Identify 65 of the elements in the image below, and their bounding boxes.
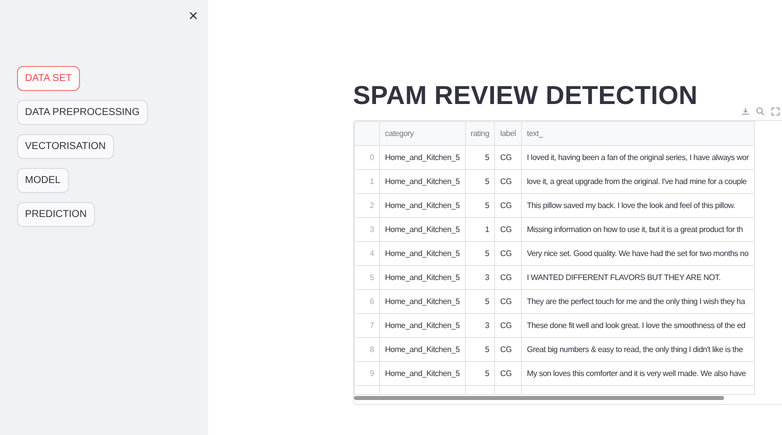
- sidebar-button[interactable]: VECTORISATION: [17, 134, 114, 159]
- table-cell: 5: [465, 194, 495, 218]
- table-cell: 5: [465, 170, 495, 194]
- table-cell: 1: [465, 218, 495, 242]
- table-cell: 3: [465, 266, 495, 290]
- table-cell: This pillow saved my back. I love the look and feel of this pillow.: [521, 194, 754, 218]
- table-cell: These done fit well and look great. I love the smoothness of the ed: [521, 314, 754, 338]
- row-index: 6: [354, 290, 380, 314]
- sidebar-button[interactable]: PREDICTION: [17, 202, 95, 227]
- table-cell: I WANTED DIFFERENT FLAVORS BUT THEY ARE NOT.: [521, 266, 754, 290]
- row-index: 2: [354, 194, 380, 218]
- sidebar-button[interactable]: DATA SET: [17, 66, 80, 91]
- sidebar-button[interactable]: DATA PREPROCESSING: [17, 100, 148, 125]
- table-cell: Home_and_Kitchen_5: [380, 218, 466, 242]
- table-cell: CG: [494, 242, 522, 266]
- scrollbar[interactable]: [354, 396, 724, 400]
- row-index: 4: [354, 242, 380, 266]
- sidebar-button[interactable]: MODEL: [17, 168, 69, 193]
- table-cell: CG: [494, 338, 522, 362]
- table-cell: CG: [494, 290, 522, 314]
- row-index: 7: [354, 314, 380, 338]
- table-cell: CG: [494, 362, 522, 386]
- table-cell: Home_and_Kitchen_5: [380, 170, 466, 194]
- table-cell: Home_and_Kitchen_5: [380, 338, 466, 362]
- row-index: 1: [354, 170, 380, 194]
- row-index: 5: [354, 266, 380, 290]
- table-cell: 5: [465, 146, 495, 170]
- table-cell: Home_and_Kitchen_5: [380, 194, 466, 218]
- fullscreen-icon[interactable]: [771, 107, 780, 116]
- row-index: 3: [354, 218, 380, 242]
- table-cell: Home_and_Kitchen_5: [380, 362, 466, 386]
- column-header[interactable]: category: [380, 122, 466, 146]
- row-index: 8: [354, 338, 380, 362]
- row-index: 0: [354, 146, 380, 170]
- table-cell: Home_and_Kitchen_5: [380, 242, 466, 266]
- table-cell: 3: [465, 314, 495, 338]
- table-cell: Home_and_Kitchen_5: [380, 290, 466, 314]
- download-icon[interactable]: [741, 107, 750, 116]
- column-header[interactable]: label: [494, 122, 522, 146]
- table-cell: 5: [465, 338, 495, 362]
- page-title: SPAM REVIEW DETECTION: [353, 80, 698, 111]
- table-cell: Very nice set. Good quality. We have had the set for two months no: [521, 242, 754, 266]
- table-cell: They are the perfect touch for me and the only thing I wish they ha: [521, 290, 754, 314]
- row-index: 9: [354, 362, 380, 386]
- column-header[interactable]: rating: [465, 122, 495, 146]
- table-cell: CG: [494, 194, 522, 218]
- table-cell: CG: [494, 266, 522, 290]
- table-cell: I loved it, having been a fan of the original series, I have always wor: [521, 146, 754, 170]
- table-cell: Home_and_Kitchen_5: [380, 146, 466, 170]
- table-cell: CG: [494, 314, 522, 338]
- search-icon[interactable]: [756, 107, 765, 116]
- table-cell: My son loves this comforter and it is very well made. We also have: [521, 362, 754, 386]
- table-cell: Missing information on how to use it, but it is a great product for th: [521, 218, 754, 242]
- table-cell: 5: [465, 290, 495, 314]
- table-cell: Home_and_Kitchen_5: [380, 314, 466, 338]
- table-cell: CG: [494, 218, 522, 242]
- table-cell: CG: [494, 170, 522, 194]
- table-cell: 5: [465, 242, 495, 266]
- table-cell: love it, a great upgrade from the original. I've had mine for a couple: [521, 170, 754, 194]
- table-cell: Great big numbers & easy to read, the only thing I didn't like is the: [521, 338, 754, 362]
- close-button[interactable]: ×: [188, 8, 198, 26]
- column-header[interactable]: text_: [521, 122, 754, 146]
- table-cell: CG: [494, 146, 522, 170]
- table-cell: 5: [465, 362, 495, 386]
- table-cell: Home_and_Kitchen_5: [380, 266, 466, 290]
